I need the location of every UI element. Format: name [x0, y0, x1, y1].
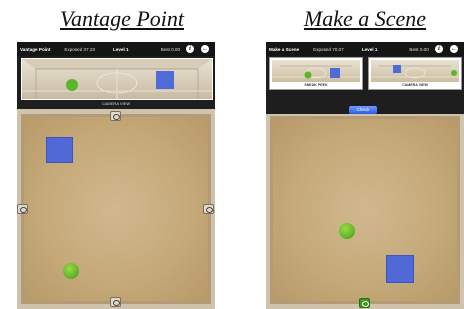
- back-arrow-icon[interactable]: ←: [201, 45, 209, 53]
- sneak-peek-drawing: [272, 65, 360, 79]
- camera-right-icon[interactable]: [203, 204, 214, 214]
- camera-view: CAMERA VIEW: [368, 57, 462, 90]
- play-floor: [21, 114, 211, 304]
- back-arrow-icon[interactable]: ←: [450, 45, 458, 53]
- top-bar: Vantage Point Exposed 37.33 Level 1 Best…: [17, 42, 215, 56]
- game-title: Make a Scene: [269, 46, 300, 52]
- preview-area: SNEAK PEEK CAMERA VIEW Check: [266, 56, 464, 114]
- ball-in-camera-view: [66, 79, 78, 91]
- camera-view-drawing: [371, 65, 459, 79]
- camera-view-area: CAMERA VIEW: [17, 56, 215, 109]
- sneak-peek-view: SNEAK PEEK: [269, 57, 363, 90]
- check-button[interactable]: Check: [349, 106, 377, 114]
- camera-view: [21, 58, 213, 100]
- make-a-scene-screen: Make a Scene Exposed 70.07 Level 1 Best …: [266, 42, 464, 309]
- make-a-scene-caption: Make a Scene: [303, 6, 427, 31]
- play-floor: [270, 116, 460, 304]
- game-title: Vantage Point: [20, 46, 51, 52]
- green-ball[interactable]: [63, 263, 79, 279]
- camera-bottom-icon[interactable]: [110, 297, 121, 307]
- camera-top-icon[interactable]: [110, 111, 121, 121]
- vantage-point-screen: Vantage Point Exposed 37.33 Level 1 Best…: [17, 42, 215, 309]
- sneak-peek-scene: [272, 60, 360, 82]
- info-icon[interactable]: i: [186, 45, 194, 53]
- camera-view-label: CAMERA VIEW: [402, 83, 428, 87]
- best-readout: Best 0.00: [409, 46, 429, 52]
- exposed-readout: Exposed 37.33: [64, 46, 96, 52]
- sneak-peek-label: SNEAK PEEK: [304, 83, 328, 87]
- best-readout: Best 0.00: [160, 46, 181, 52]
- camera-view-label: CAMERA VIEW: [101, 101, 131, 106]
- vantage-point-caption: Vantage Point: [59, 6, 185, 31]
- level-readout: Level 1: [361, 46, 378, 52]
- camera-view-scene: [22, 59, 212, 99]
- blue-cube[interactable]: [46, 137, 73, 163]
- info-icon[interactable]: i: [435, 45, 443, 53]
- cube-in-camera-view: [156, 71, 174, 89]
- top-bar: Make a Scene Exposed 70.07 Level 1 Best …: [266, 42, 464, 56]
- camera-view-scene: [371, 60, 459, 82]
- camera-left-icon[interactable]: [17, 204, 28, 214]
- level-readout: Level 1: [113, 46, 129, 52]
- exposed-readout: Exposed 70.07: [313, 46, 344, 52]
- camera-bottom-icon[interactable]: [359, 298, 370, 308]
- blue-cube[interactable]: [386, 255, 414, 283]
- green-ball[interactable]: [339, 223, 355, 239]
